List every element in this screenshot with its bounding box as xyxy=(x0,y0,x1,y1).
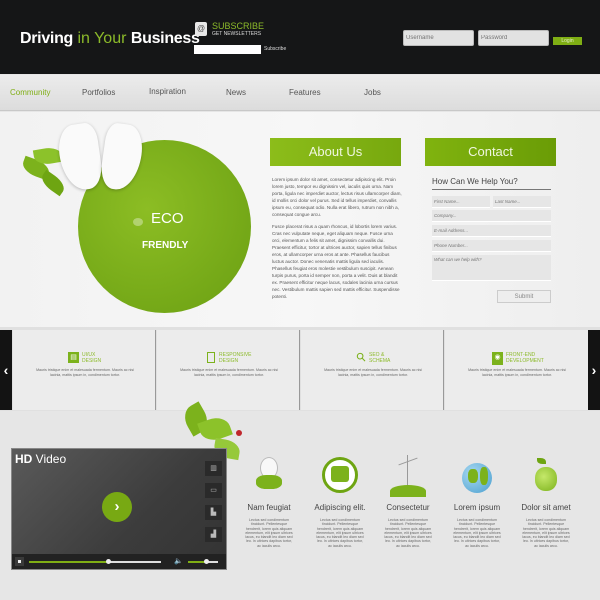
apple-icon xyxy=(533,455,559,500)
column-text: Lectus sed condimentum tincidunt. Pellen… xyxy=(522,518,570,548)
nav-item-community[interactable]: Community xyxy=(10,88,50,97)
progress-handle[interactable] xyxy=(106,559,112,564)
stop-icon xyxy=(18,560,21,563)
equalizer-icon[interactable]: ▙ xyxy=(205,505,222,520)
lightbulb-icon xyxy=(254,455,284,500)
column-text: Lectus sed condimentum tincidunt. Pellen… xyxy=(453,518,501,548)
password-input[interactable] xyxy=(478,30,549,46)
column-title: Nam feugiat xyxy=(247,503,291,512)
volume-handle[interactable] xyxy=(204,559,209,564)
signal-icon[interactable]: ▟ xyxy=(205,527,222,542)
feature-text: Mauris tristique enim et malesuada ferme… xyxy=(468,368,566,377)
globe-icon xyxy=(460,455,494,500)
phone-field[interactable] xyxy=(432,240,551,252)
video-controls: 🔈 xyxy=(12,554,226,569)
info-column: Lorem ipsum Lectus sed condimentum tinci… xyxy=(437,455,517,548)
ladybug-icon xyxy=(236,430,242,436)
newsletter-email-input[interactable] xyxy=(194,45,261,54)
about-us-text: Lorem ipsum dolor sit amet, consectetur … xyxy=(272,176,402,305)
logo-word-1: Driving xyxy=(20,30,74,47)
subscribe-button[interactable]: Subscribe xyxy=(264,46,286,52)
message-field[interactable] xyxy=(432,255,551,281)
feature-card[interactable]: ◉ FRONT-END DEVELOPMENT Mauris tristique … xyxy=(445,330,588,410)
film-icon[interactable]: ▥ xyxy=(205,461,222,476)
thumbs-up-icon xyxy=(322,455,358,500)
carousel-prev-button[interactable]: ‹ xyxy=(0,330,12,410)
subscribe-title: SUBSCRIBE xyxy=(212,21,265,31)
last-name-field[interactable] xyxy=(493,196,551,208)
site-logo[interactable]: Driving in Your Business xyxy=(20,30,200,48)
info-column: Nam feugiat Lectus sed condimentum tinci… xyxy=(229,455,309,548)
nav-item-features[interactable]: Features xyxy=(289,88,321,97)
subscribe-subtitle: GET NEWSLETTERS xyxy=(212,31,262,37)
column-text: Lectus sed condimentum tincidunt. Pellen… xyxy=(316,518,364,548)
play-button[interactable]: › xyxy=(102,492,132,522)
username-input[interactable] xyxy=(403,30,474,46)
video-player[interactable]: HD Video › ▥ ▭ ▙ ▟ 🔈 xyxy=(11,448,227,570)
first-name-field[interactable] xyxy=(432,196,490,208)
column-title: Consectetur xyxy=(386,503,430,512)
nav-item-portfolios[interactable]: Portfolios xyxy=(82,88,115,97)
column-text: Lectus sed condimentum tincidunt. Pellen… xyxy=(245,518,293,548)
layout-icon: ▤ xyxy=(68,352,79,363)
feature-title: RESPONSIVE DESIGN xyxy=(219,352,252,364)
nav-item-inspiration[interactable]: Inspiration xyxy=(149,87,186,96)
about-us-heading: About Us xyxy=(270,138,401,166)
feature-card[interactable]: ⚲ SEO & SCHEMA Mauris tristique enim et m… xyxy=(301,330,444,410)
feature-card[interactable]: RESPONSIVE DESIGN Mauris tristique enim e… xyxy=(157,330,300,410)
nav-item-news[interactable]: News xyxy=(226,88,246,97)
eco-label: ECO xyxy=(151,210,184,227)
company-field[interactable] xyxy=(432,210,551,222)
feature-card[interactable]: ▤ UI/UX DESIGN Mauris tristique enim et m… xyxy=(13,330,156,410)
column-title: Dolor sit amet xyxy=(521,503,571,512)
nav-item-jobs[interactable]: Jobs xyxy=(364,88,381,97)
address-book-icon: @ xyxy=(195,22,207,36)
column-text: Lectus sed condimentum tincidunt. Pellen… xyxy=(384,518,432,548)
frendly-label: FRENDLY xyxy=(142,240,189,251)
contact-form-heading: How Can We Help You? xyxy=(432,177,551,190)
info-column: Consectetur Lectus sed condimentum tinci… xyxy=(368,455,448,548)
submit-button[interactable]: Submit xyxy=(497,290,551,303)
stop-button[interactable] xyxy=(15,557,24,566)
video-title: HD Video xyxy=(15,452,67,466)
mobile-icon xyxy=(207,352,215,363)
feature-title: SEO & SCHEMA xyxy=(369,352,391,364)
feature-text: Mauris tristique enim et malesuada ferme… xyxy=(36,368,134,377)
feature-title: FRONT-END DEVELOPMENT xyxy=(506,352,544,364)
hd-icon[interactable]: ▭ xyxy=(205,483,222,498)
email-field[interactable] xyxy=(432,225,551,237)
feature-text: Mauris tristique enim et malesuada ferme… xyxy=(180,368,278,377)
carousel-next-button[interactable]: › xyxy=(588,330,600,410)
water-drop-icon xyxy=(133,218,143,226)
login-button[interactable]: Login xyxy=(553,37,582,45)
logo-word-3: Business xyxy=(130,30,200,47)
feature-title: UI/UX DESIGN xyxy=(82,352,102,364)
search-icon: ⚲ xyxy=(353,349,370,366)
wind-turbine-icon xyxy=(388,455,428,500)
column-title: Lorem ipsum xyxy=(453,503,501,512)
logo-word-2: in Your xyxy=(73,30,131,47)
about-paragraph: Lorem ipsum dolor sit amet, consectetur … xyxy=(272,177,402,217)
progress-fill xyxy=(29,561,109,563)
main-nav: Community Portfolios Inspiration News Fe… xyxy=(0,75,600,111)
contact-heading: Contact xyxy=(425,138,556,166)
top-bar: Driving in Your Business @ SUBSCRIBE GET… xyxy=(0,0,600,74)
about-paragraph: Fusce placerat risus a quam rhoncus, id … xyxy=(272,224,400,299)
info-column: Dolor sit amet Lectus sed condimentum ti… xyxy=(506,455,586,548)
volume-icon[interactable]: 🔈 xyxy=(174,557,183,565)
code-book-icon: ◉ xyxy=(492,352,503,365)
feature-text: Mauris tristique enim et malesuada ferme… xyxy=(324,368,422,377)
